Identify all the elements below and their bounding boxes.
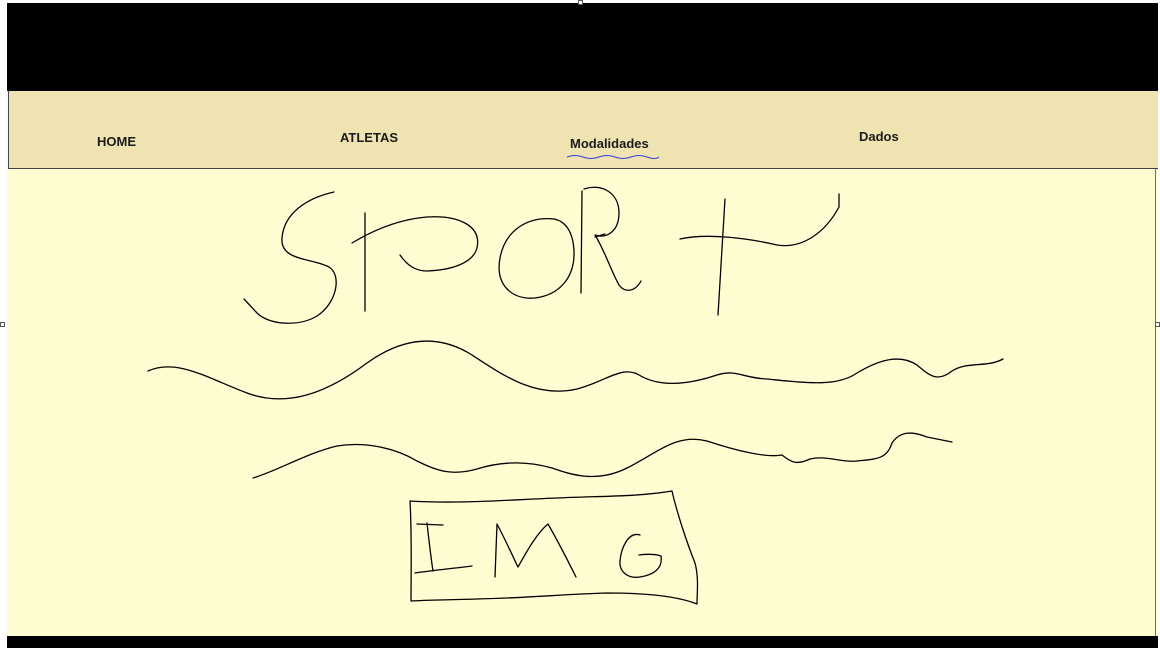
sketch-img-box [409,490,699,605]
sketch-letter-i-top [416,523,444,526]
sketch-wave-2 [252,432,953,479]
sketch-letter-r-stem [580,190,583,294]
sketch-letter-t-bar [679,193,840,247]
footer-strip [7,636,1158,648]
resize-handle-top[interactable] [578,0,583,5]
resize-handle-right[interactable] [1155,322,1160,327]
resize-handle-left[interactable] [0,322,5,327]
sketch-letter-m [494,523,577,578]
sketch-letter-p-bowl [351,216,479,272]
sketch-letter-o [498,217,575,299]
content-border [1155,169,1156,636]
hand-drawn-sketch [147,186,1004,605]
sketch-letter-r-bowl [583,186,642,291]
sketch-letter-t-stem [717,198,726,316]
sketch-letter-i-stem [426,522,434,572]
sketch-letter-g [619,533,662,578]
page-canvas: HOME ATLETAS Modalidades Dados [7,3,1158,648]
sketch-wave-1 [147,340,1004,400]
sketch-letter-i-bottom [414,565,473,574]
sketch-letter-s [243,191,337,324]
